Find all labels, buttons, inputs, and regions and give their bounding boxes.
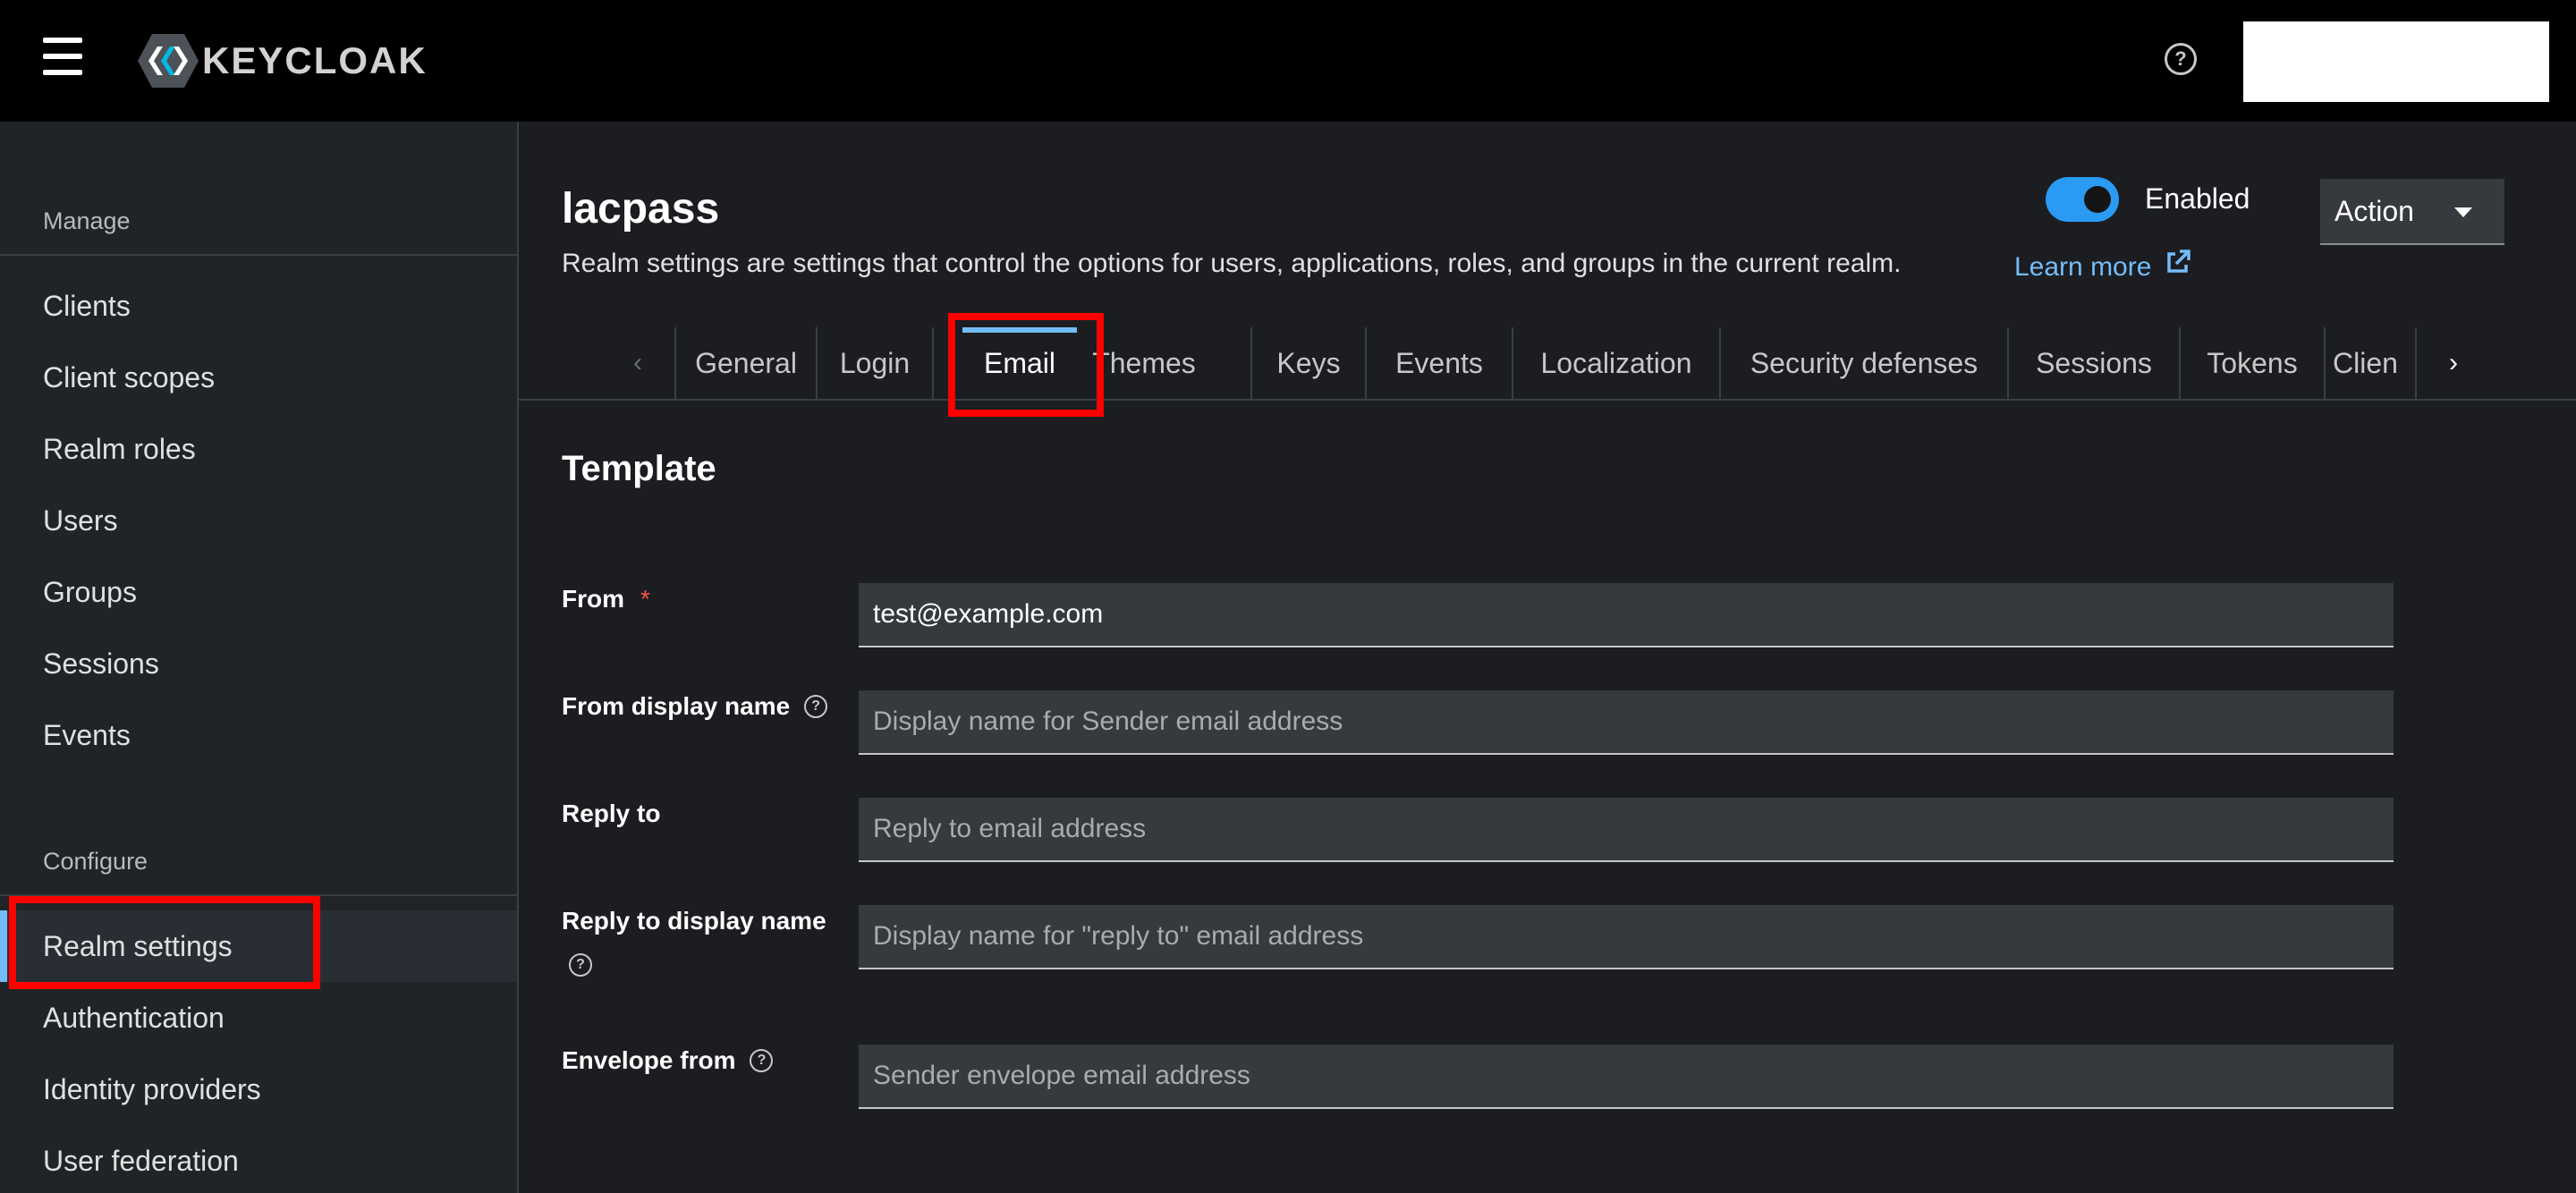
reply-to-field[interactable] [859, 798, 2394, 862]
envelope-from-label-text: Envelope from [562, 1046, 736, 1074]
nav-divider [0, 894, 517, 896]
keycloak-logo[interactable]: KEYCLOAK [136, 29, 428, 93]
tab-sessions[interactable]: Sessions [2009, 327, 2179, 399]
sidebar-item-clients[interactable]: Clients [0, 270, 517, 342]
sidebar-item-users[interactable]: Users [0, 485, 517, 556]
sidebar-item-identity-providers[interactable]: Identity providers [0, 1053, 517, 1125]
external-link-icon [2165, 249, 2191, 283]
reply-to-label-text: Reply to [562, 800, 661, 827]
learn-more-label: Learn more [2014, 252, 2152, 282]
caret-down-icon [2454, 207, 2472, 217]
realm-settings-tabs: ‹ General Login Email Themes Keys Events… [519, 327, 2576, 401]
from-display-name-field[interactable] [859, 690, 2394, 755]
scroll-left-icon[interactable]: ‹ [601, 327, 674, 399]
from-label: From * [562, 585, 650, 613]
learn-more-link[interactable]: Learn more [2014, 249, 2191, 283]
tab-general[interactable]: General [676, 327, 816, 399]
tab-email[interactable]: Email [962, 327, 1077, 399]
tab-keys[interactable]: Keys [1252, 327, 1365, 399]
from-display-name-label: From display name ? [562, 692, 828, 721]
masthead: KEYCLOAK ? [0, 0, 2576, 122]
reply-to-label: Reply to [562, 800, 660, 828]
tab-events[interactable]: Events [1367, 327, 1512, 399]
page-title: lacpass [562, 185, 720, 233]
keycloak-logo-icon [136, 29, 200, 93]
toggle-knob [2084, 186, 2111, 213]
sidebar: Manage Clients Client scopes Realm roles… [0, 122, 519, 1193]
sidebar-item-realm-roles[interactable]: Realm roles [0, 413, 517, 485]
main-content: lacpass Realm settings are settings that… [519, 122, 2576, 1193]
from-field[interactable] [859, 583, 2394, 647]
user-menu[interactable] [2243, 21, 2549, 102]
sidebar-item-groups[interactable]: Groups [0, 556, 517, 628]
sidebar-item-user-federation[interactable]: User federation [0, 1125, 517, 1193]
page-description: Realm settings are settings that control… [562, 249, 1902, 278]
sidebar-item-authentication[interactable]: Authentication [0, 982, 517, 1053]
reply-to-display-name-field[interactable] [859, 905, 2394, 969]
reply-to-display-name-label-text: Reply to display name [562, 907, 826, 935]
scroll-right-icon[interactable]: › [2417, 327, 2490, 399]
tab-login[interactable]: Login [818, 327, 932, 399]
from-display-name-label-text: From display name [562, 692, 791, 720]
help-icon[interactable]: ? [569, 953, 592, 977]
reply-to-display-name-label: Reply to display name ? [562, 907, 826, 977]
tab-security-defenses[interactable]: Security defenses [1721, 327, 2007, 399]
enabled-label: Enabled [2145, 182, 2250, 215]
nav-divider [0, 254, 517, 256]
hamburger-menu-icon[interactable] [43, 38, 84, 75]
brand-name: KEYCLOAK [202, 39, 428, 81]
help-icon[interactable]: ? [2165, 43, 2197, 75]
tab-tokens[interactable]: Tokens [2181, 327, 2324, 399]
enabled-toggle[interactable] [2046, 177, 2119, 222]
action-label: Action [2334, 194, 2414, 227]
sidebar-item-events[interactable]: Events [0, 699, 517, 771]
sidebar-item-realm-settings[interactable]: Realm settings [0, 910, 517, 982]
tab-themes[interactable]: Themes [1077, 327, 1211, 399]
help-icon[interactable]: ? [804, 695, 828, 718]
envelope-from-field[interactable] [859, 1045, 2394, 1109]
from-label-text: From [562, 585, 624, 613]
tab-divider [932, 327, 934, 399]
nav-section-manage: Manage [43, 207, 131, 234]
tab-client-policies[interactable]: Clien [2326, 327, 2415, 399]
envelope-from-label: Envelope from ? [562, 1046, 774, 1075]
required-marker: * [640, 585, 650, 613]
section-title-template: Template [562, 449, 716, 488]
help-icon[interactable]: ? [750, 1049, 774, 1072]
tab-localization[interactable]: Localization [1513, 327, 1719, 399]
sidebar-item-sessions[interactable]: Sessions [0, 628, 517, 699]
sidebar-item-client-scopes[interactable]: Client scopes [0, 342, 517, 413]
nav-section-configure: Configure [43, 848, 148, 875]
action-dropdown[interactable]: Action [2320, 179, 2504, 245]
